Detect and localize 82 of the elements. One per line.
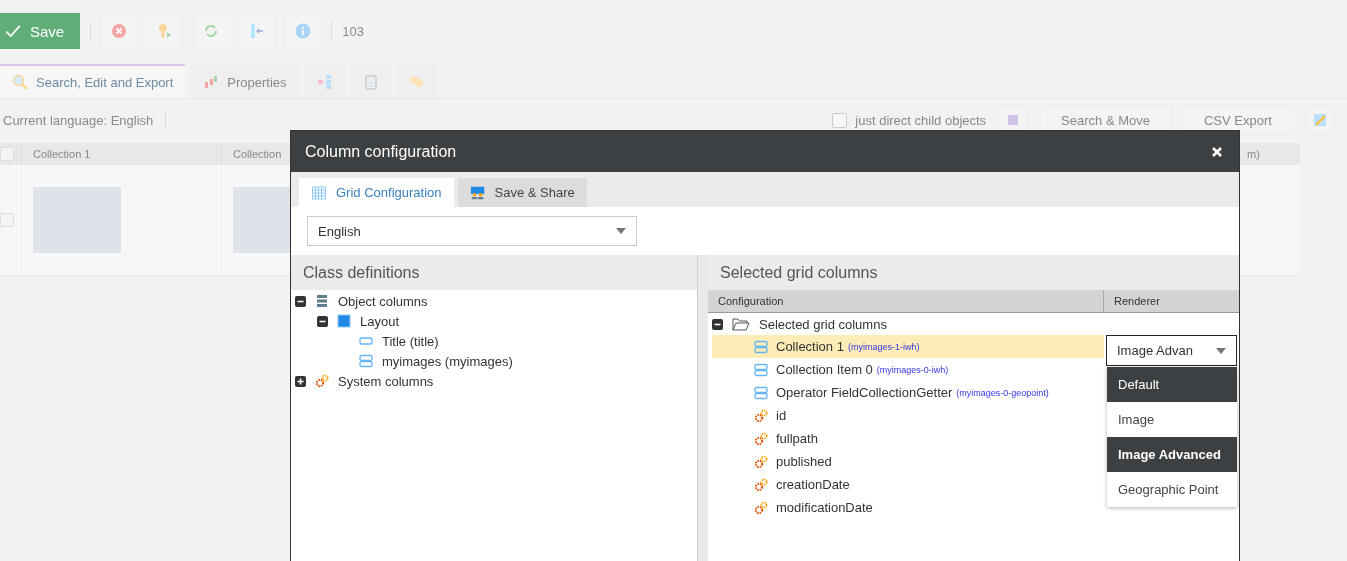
tree-item[interactable]: Selected grid columns: [759, 316, 887, 332]
column-label: fullpath: [776, 431, 818, 446]
row-checkbox[interactable]: [0, 213, 14, 227]
tree-item[interactable]: Title (title): [382, 333, 439, 349]
tree-item[interactable]: Object columns: [338, 293, 428, 309]
dialog-title: Column configuration: [305, 142, 457, 161]
hierarchy-icon: [316, 74, 333, 90]
column-row[interactable]: creationDate: [712, 473, 1104, 496]
menu-option[interactable]: Image Advanced: [1107, 437, 1237, 472]
column-label: creationDate: [776, 477, 850, 492]
gears-icon: [754, 454, 768, 469]
close-icon: [111, 23, 128, 39]
tag-icon: [408, 74, 425, 90]
clipboard-icon: [362, 74, 379, 90]
grid-icon: [311, 184, 327, 201]
column-row[interactable]: Collection Item 0 (myimages-0-iwh): [712, 358, 1104, 381]
tree-item[interactable]: myimages (myimages): [382, 353, 513, 369]
search-icon: [12, 74, 28, 90]
panel-title: Selected grid columns: [708, 255, 1239, 290]
arrow-left-icon: [249, 23, 266, 39]
column-label: Collection 1: [776, 339, 844, 354]
gears-icon: [754, 408, 768, 423]
expand-icon[interactable]: [295, 375, 306, 387]
language-select[interactable]: English: [307, 216, 637, 246]
column-row[interactable]: fullpath: [712, 427, 1104, 450]
column-label: Operator FieldCollectionGetter: [776, 385, 953, 400]
caret-icon: [616, 228, 626, 234]
field-key: (myimages-0-geopoint): [956, 387, 1049, 398]
column-label: modificationDate: [776, 500, 873, 515]
rows-icon: [754, 339, 768, 354]
key-button[interactable]: [147, 13, 184, 49]
column-header[interactable]: Renderer: [1104, 295, 1160, 307]
field-key: (myimages-0-iwh): [876, 364, 949, 375]
checkbox[interactable]: [832, 112, 848, 128]
column-row[interactable]: Collection 1 (myimages-1-iwh): [712, 335, 1104, 358]
gears-icon: [754, 477, 768, 492]
caret-icon: [1216, 347, 1226, 354]
column-row[interactable]: modificationDate: [712, 496, 1104, 519]
info-button[interactable]: [285, 13, 322, 49]
reload-button[interactable]: [193, 13, 230, 49]
share-icon: [469, 184, 486, 201]
column-header[interactable]: Configuration: [708, 290, 1104, 312]
pencil-icon: [1311, 112, 1328, 128]
collapse-icon[interactable]: [295, 295, 306, 307]
bars-icon: [203, 74, 220, 90]
column-row[interactable]: id: [712, 404, 1104, 427]
tree-item[interactable]: System columns: [338, 373, 434, 389]
object-id: 103: [342, 23, 364, 39]
tab[interactable]: Grid Configuration: [299, 178, 454, 207]
cancel-button[interactable]: [101, 13, 138, 49]
reload-icon: [203, 23, 220, 39]
collapse-icon[interactable]: [712, 318, 723, 330]
checkbox-label: just direct child objects: [855, 112, 987, 128]
menu-option[interactable]: Image: [1107, 402, 1237, 437]
info-icon: [295, 23, 312, 39]
column-label: published: [776, 454, 832, 469]
gears-icon: [754, 500, 768, 515]
tree-item[interactable]: Layout: [360, 313, 400, 329]
rows-icon: [754, 362, 768, 377]
rows-icon: [754, 385, 768, 400]
gears-icon: [315, 374, 329, 388]
tree-locate-button[interactable]: [239, 13, 276, 49]
column-row[interactable]: published: [712, 450, 1104, 473]
folder-icon: [732, 317, 750, 331]
square-icon: [337, 314, 351, 328]
menu-option[interactable]: Default: [1107, 367, 1237, 402]
field-key: (myimages-1-iwh): [847, 341, 920, 352]
collapse-icon[interactable]: [317, 315, 328, 327]
stack-icon: [315, 294, 329, 308]
close-icon[interactable]: [1211, 145, 1223, 158]
menu-option[interactable]: Geographic Point: [1107, 472, 1237, 507]
column-row[interactable]: Operator FieldCollectionGetter (myimages-0-geopoint): [712, 381, 1104, 404]
panel-title: Class definitions: [291, 255, 697, 290]
rows-icon: [359, 354, 373, 368]
renderer-select[interactable]: Image Advan: [1106, 335, 1237, 366]
column-label: Collection Item 0: [776, 362, 873, 377]
input-icon: [359, 334, 373, 348]
column-label: id: [776, 408, 787, 423]
gears-icon: [754, 431, 768, 446]
batch-edit-button[interactable]: [1304, 106, 1335, 134]
current-language: Current language: English: [3, 112, 154, 128]
tab[interactable]: Save & Share: [457, 178, 587, 207]
